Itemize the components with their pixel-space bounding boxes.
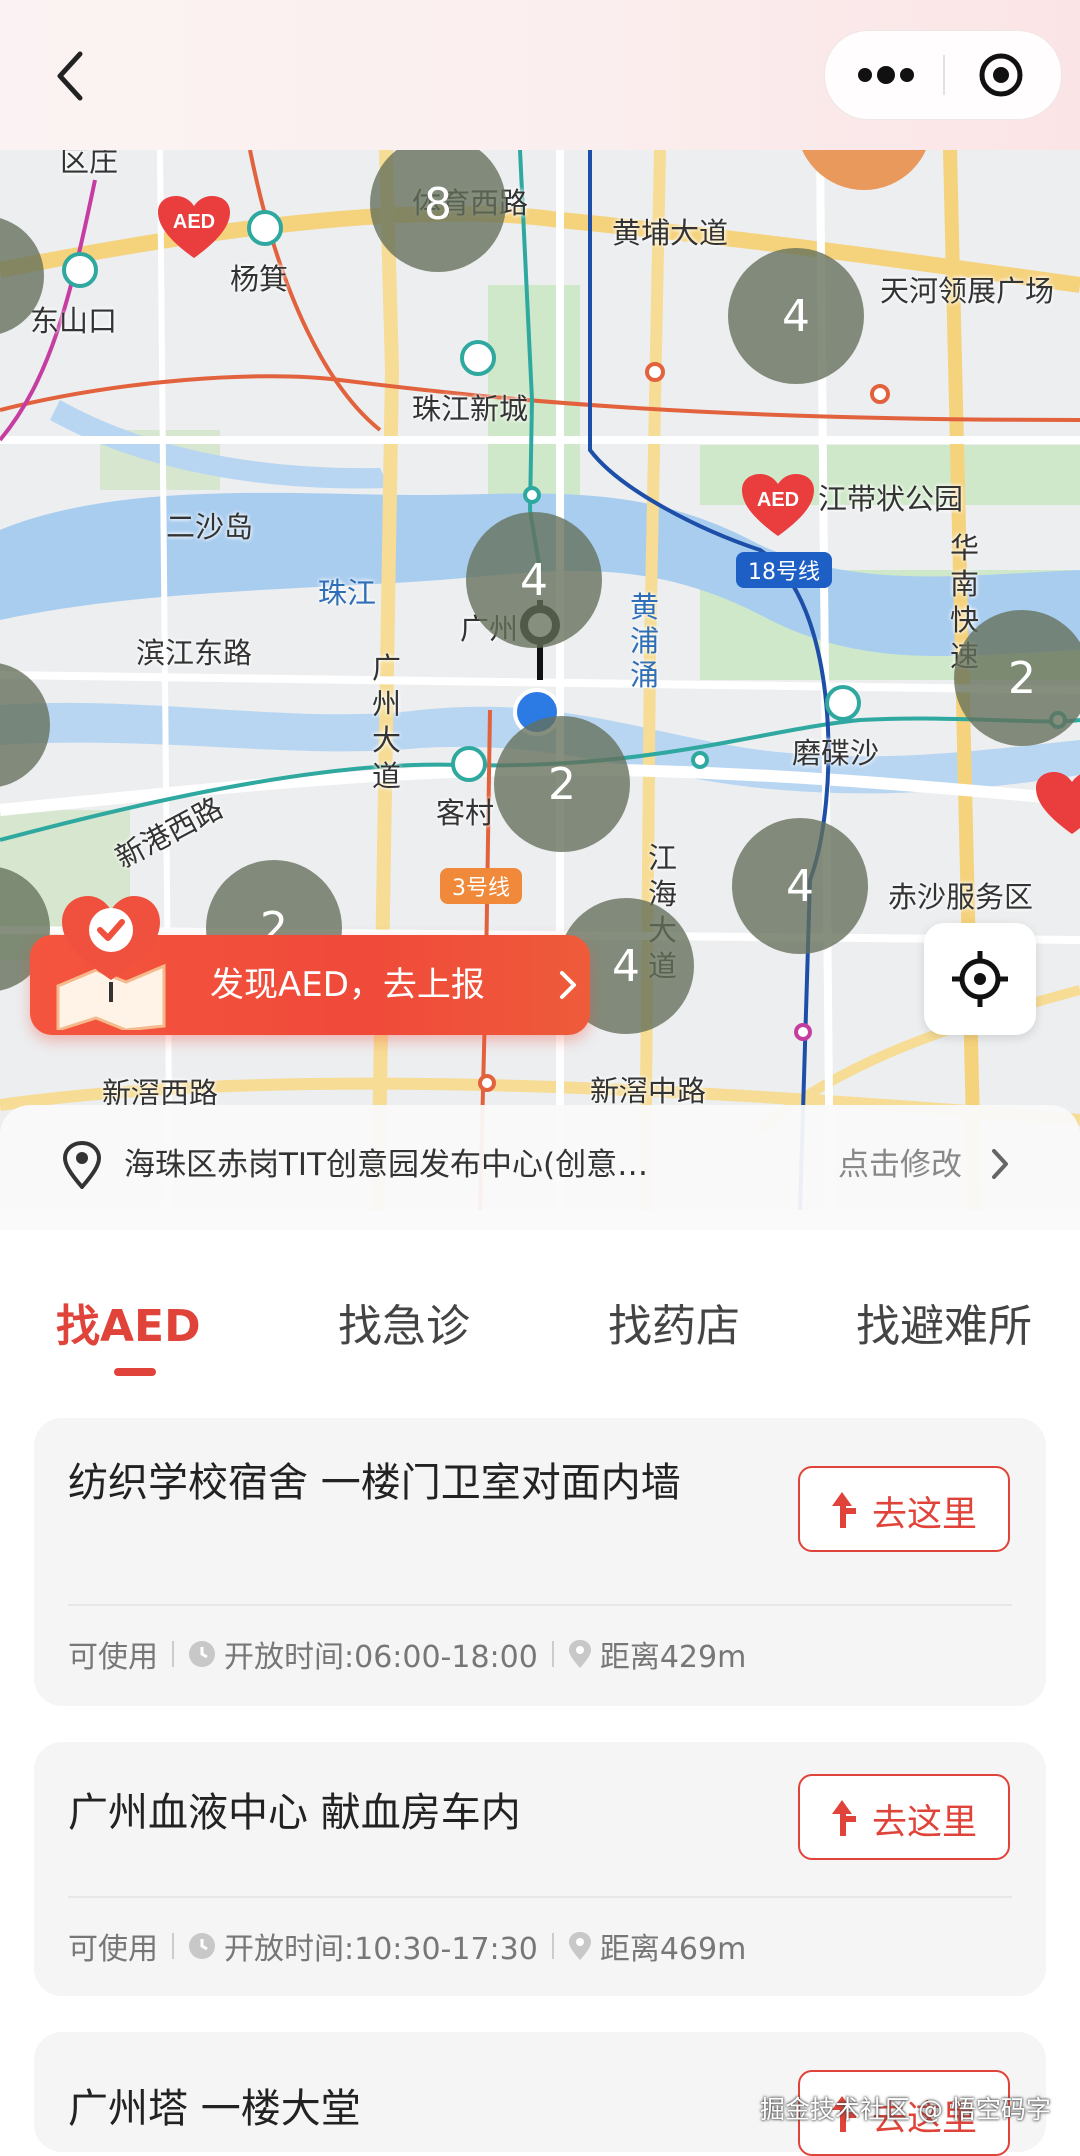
map-label: 江带状公园 — [818, 482, 964, 516]
chevron-right-icon — [992, 1149, 1008, 1179]
map-label: 东山口 — [30, 304, 118, 338]
svg-text:AED: AED — [173, 211, 215, 233]
metro-line-badge: 18号线 — [736, 552, 832, 588]
map-label: 黄埔大道 — [612, 216, 729, 250]
back-button[interactable] — [50, 48, 94, 104]
opening-hours: 开放时间:06:00-18:00 — [224, 1640, 538, 1675]
navigation-bar — [0, 0, 1080, 150]
map-label: 新滘中路 — [590, 1074, 707, 1108]
aed-marker[interactable]: AED — [156, 194, 232, 260]
tab-find-aed[interactable]: 找AED — [56, 1290, 201, 1354]
divider — [68, 1896, 1012, 1898]
aed-heart-icon: AED — [742, 474, 814, 536]
map-label: 广州大道 — [372, 651, 402, 793]
map-label: 滨江东路 — [136, 636, 253, 670]
distance: 距离429m — [599, 1640, 747, 1675]
navigate-arrow-icon — [832, 1800, 856, 1836]
separator — [551, 1933, 554, 1959]
report-heart-map-icon — [52, 890, 170, 1033]
separator — [172, 1933, 174, 1959]
active-tab-indicator — [114, 1368, 156, 1376]
map-label: 二沙岛 — [166, 510, 254, 544]
tab-find-shelter[interactable]: 找避难所 — [856, 1290, 1032, 1354]
navigate-button[interactable]: 去这里 — [798, 1466, 1010, 1552]
location-pin-icon — [568, 1932, 591, 1960]
map-label: 天河领展广场 — [880, 274, 1055, 308]
aed-location-title: 纺织学校宿舍 一楼门卫室对面内墙 — [68, 1460, 681, 1506]
location-pin-icon — [62, 1141, 102, 1189]
aed-meta: 可使用 开放时间:06:00-18:00 距离429m — [68, 1632, 746, 1676]
category-tabs: 找AED 找急诊 找药店 找避难所 — [0, 1230, 1080, 1380]
map-label: 磨碟沙 — [792, 736, 880, 770]
mini-program-capsule — [824, 30, 1062, 120]
more-button[interactable] — [851, 53, 921, 97]
separator — [172, 1641, 174, 1667]
metro-line-badge: 3号线 — [440, 868, 522, 904]
clock-icon — [189, 1641, 215, 1667]
navigate-arrow-icon — [832, 1492, 856, 1528]
opening-hours: 开放时间:10:30-17:30 — [224, 1932, 538, 1967]
aed-cluster[interactable]: 4 — [732, 818, 868, 954]
separator — [551, 1641, 554, 1667]
map-label: 赤沙服务区 — [888, 880, 1034, 914]
capsule-divider — [943, 55, 945, 95]
aed-cluster[interactable]: 2 — [494, 716, 630, 852]
map-label: 珠江新城 — [412, 392, 529, 426]
aed-cluster[interactable]: 4 — [728, 248, 864, 384]
locate-me-button[interactable] — [924, 923, 1036, 1035]
aed-marker[interactable]: AED — [740, 472, 816, 538]
tab-find-emergency[interactable]: 找急诊 — [338, 1290, 470, 1354]
navigate-label: 去这里 — [872, 1495, 978, 1535]
aed-location-title: 广州塔 一楼大堂 — [68, 2086, 361, 2132]
clock-icon — [189, 1933, 215, 1959]
aed-heart-icon: AED — [158, 196, 230, 258]
aed-meta: 可使用 开放时间:10:30-17:30 距离469m — [68, 1924, 746, 1968]
current-location-bar[interactable]: 海珠区赤岗TIT创意园发布中心(创意… 点击修改 — [0, 1105, 1080, 1230]
navigate-label: 去这里 — [872, 1803, 978, 1843]
chevron-left-icon — [57, 51, 83, 101]
crosshair-locate-icon — [952, 951, 1008, 1007]
chevron-right-icon — [560, 971, 576, 999]
more-dots-icon — [858, 66, 914, 84]
tab-find-pharmacy[interactable]: 找药店 — [608, 1290, 740, 1354]
location-pin-icon — [568, 1640, 591, 1668]
distance: 距离469m — [599, 1932, 747, 1967]
aed-marker[interactable] — [1034, 770, 1080, 836]
aed-heart-icon — [1036, 772, 1080, 834]
availability-status: 可使用 — [68, 1640, 158, 1675]
aed-cluster[interactable]: 4 — [466, 512, 602, 648]
close-button[interactable] — [965, 51, 1037, 99]
current-address: 海珠区赤岗TIT创意园发布中心(创意… — [124, 1147, 649, 1183]
edit-address-link[interactable]: 点击修改 — [838, 1139, 962, 1184]
map-label: 珠江 — [318, 576, 377, 610]
map-label: 黄浦涌 — [630, 590, 660, 692]
svg-text:AED: AED — [757, 489, 799, 511]
navigate-button[interactable]: 去这里 — [798, 1774, 1010, 1860]
availability-status: 可使用 — [68, 1932, 158, 1967]
map-label: 杨箕 — [230, 262, 289, 296]
report-aed-label: 发现AED，去上报 — [210, 965, 485, 1005]
aed-list-item[interactable]: 纺织学校宿舍 一楼门卫室对面内墙 去这里 可使用 开放时间:06:00-18:0… — [34, 1418, 1046, 1706]
watermark: 掘金技术社区 @ 悟空码字 — [760, 2095, 1051, 2124]
map-view[interactable]: 区庄 体育西路 黄埔大道 杨箕 东山口 天河领展广场 珠江新城 二沙岛 江带状公… — [0, 150, 1080, 1210]
divider — [68, 1604, 1012, 1606]
map-label: 区庄 — [60, 150, 119, 178]
aed-list-item[interactable]: 广州血液中心 献血房车内 去这里 可使用 开放时间:10:30-17:30 距离… — [34, 1742, 1046, 1996]
aed-location-title: 广州血液中心 献血房车内 — [68, 1790, 521, 1836]
target-close-icon — [979, 53, 1023, 97]
map-label: 客村 — [436, 796, 495, 830]
aed-cluster[interactable]: 2 — [954, 610, 1080, 746]
